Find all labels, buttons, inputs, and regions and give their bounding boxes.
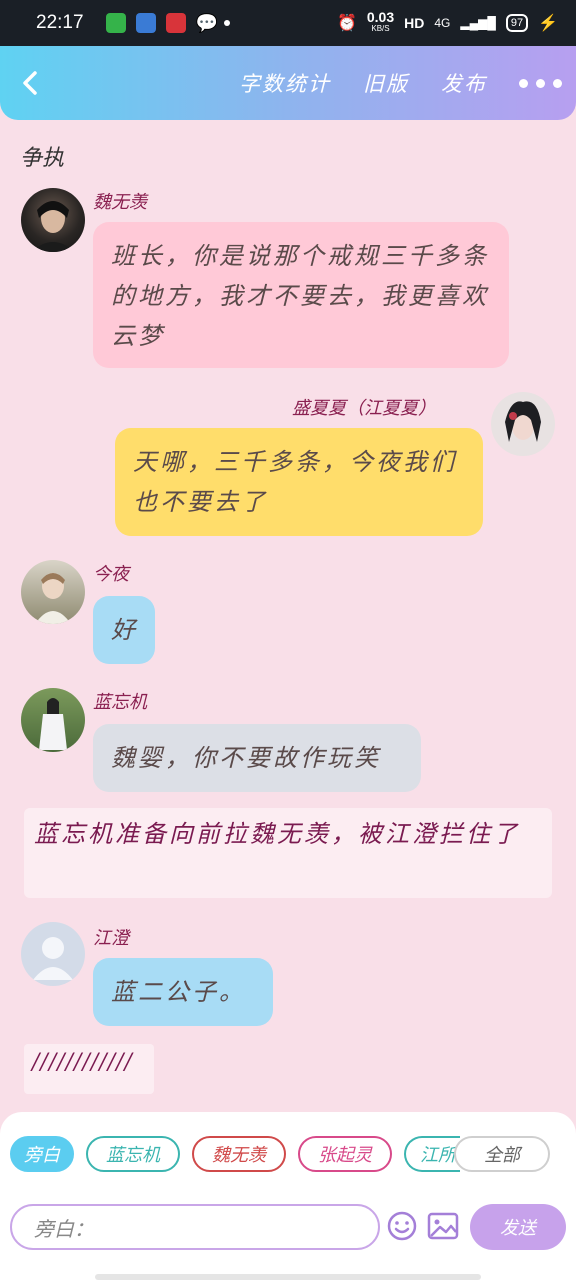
chip-all[interactable]: 全部 [454, 1136, 550, 1172]
app-notification-icon [135, 13, 156, 33]
avatar[interactable] [21, 560, 85, 624]
speaker-name: 盛夏夏（江夏夏） [292, 398, 436, 419]
speaker-name: 今夜 [93, 564, 129, 585]
message-bubble[interactable]: 天哪，三千多条，今夜我们也不要去了 [115, 428, 483, 536]
top-bar: 字数统计 旧版 发布 [0, 46, 576, 120]
alarm-icon: ⏰ [336, 15, 357, 32]
back-button[interactable] [0, 46, 60, 120]
speaker-name: 江澄 [93, 928, 129, 949]
avatar[interactable] [491, 392, 555, 456]
network-type: 4G [434, 16, 451, 30]
message-bubble[interactable]: 班长，你是说那个戒规三千多条的地方，我才不要去，我更喜欢云梦 [93, 222, 509, 368]
portrait-icon [31, 201, 75, 252]
signal-icon: ▂▄▆█ [460, 16, 496, 30]
word-count-button[interactable]: 字数统计 [223, 68, 347, 98]
speaker-name: 蓝忘机 [93, 692, 147, 713]
wechat-icon: 💬 [195, 12, 218, 33]
input-row: 旁白： 发送 [0, 1200, 576, 1256]
chip-wei-wuxian[interactable]: 魏无羡 [192, 1136, 286, 1172]
hd-indicator: HD [404, 15, 425, 31]
app-notification-icon [165, 13, 186, 33]
message-input[interactable]: 旁白： [10, 1204, 380, 1250]
net-speed-unit: KB/S [371, 24, 390, 33]
portrait-icon [39, 698, 67, 750]
more-dot-icon [553, 78, 562, 88]
more-dot-icon [519, 78, 528, 88]
status-bar: 22:17 💬 ⏰ 0.03 KB/S HD 4G ▂▄▆█ 97 ⚡ [0, 0, 576, 46]
more-notifications-dot [223, 20, 230, 26]
default-avatar-icon [33, 937, 73, 980]
text-block[interactable]: //////////// [24, 1044, 154, 1094]
send-button[interactable]: 发送 [470, 1204, 566, 1250]
more-dot-icon [536, 78, 545, 88]
publish-button[interactable]: 发布 [425, 68, 503, 98]
gesture-bar [95, 1274, 481, 1280]
chat-title: 争执 [20, 146, 65, 171]
chip-lan-wangji[interactable]: 蓝忘机 [86, 1136, 180, 1172]
battery-indicator: 97 [505, 14, 529, 32]
chip-jiang[interactable]: 江所 [404, 1136, 460, 1172]
charging-icon: ⚡ [538, 15, 558, 32]
avatar[interactable] [21, 688, 85, 752]
app-notification-icon [105, 13, 126, 33]
image-icon[interactable] [427, 1211, 459, 1241]
chip-zhang-qiling[interactable]: 张起灵 [298, 1136, 392, 1172]
portrait-icon [35, 573, 71, 624]
speaker-name: 魏无羡 [93, 192, 147, 213]
emoji-icon[interactable] [386, 1210, 418, 1242]
character-selector: 旁白 蓝忘机 魏无羡 张起灵 江所 全部 [0, 1136, 576, 1176]
net-speed: 0.03 [366, 9, 395, 25]
status-time: 22:17 [36, 12, 84, 33]
message-bubble[interactable]: 蓝二公子。 [93, 958, 273, 1026]
old-version-button[interactable]: 旧版 [347, 68, 425, 98]
narration-block[interactable]: 蓝忘机准备向前拉魏无羡，被江澄拦住了 [24, 808, 552, 898]
message-bubble[interactable]: 魏婴，你不要故作玩笑 [93, 724, 421, 792]
avatar[interactable] [21, 188, 85, 252]
more-options-button[interactable] [503, 78, 562, 88]
chevron-left-icon [23, 71, 37, 95]
chip-narration[interactable]: 旁白 [10, 1136, 74, 1172]
avatar[interactable] [21, 922, 85, 986]
message-bubble[interactable]: 好 [93, 596, 155, 664]
portrait-icon [505, 401, 541, 442]
